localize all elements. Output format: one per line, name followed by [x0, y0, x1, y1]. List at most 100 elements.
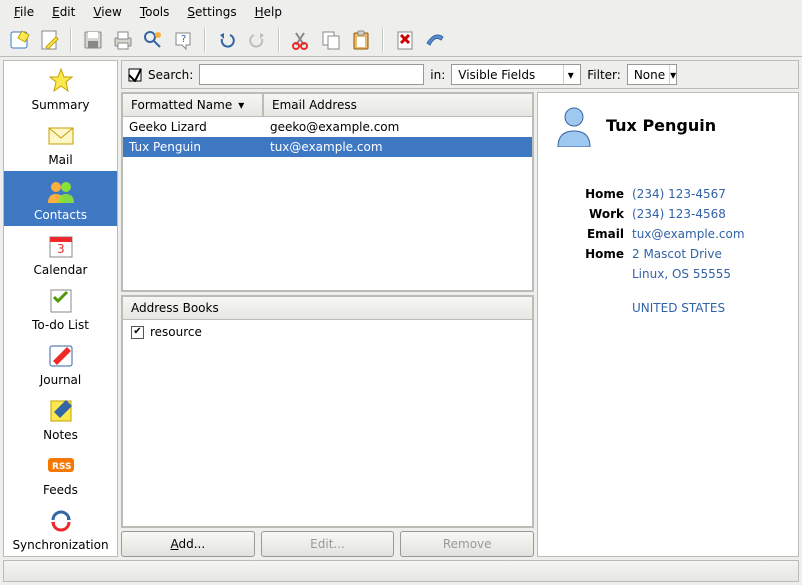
search-input[interactable] — [199, 64, 424, 85]
menu-file[interactable]: File — [6, 2, 42, 22]
phone-icon[interactable] — [422, 27, 448, 53]
edit-icon[interactable] — [36, 27, 62, 53]
table-header: Formatted Name ▾ Email Address — [122, 93, 533, 117]
sidebar-item-calendar[interactable]: 3 Calendar — [4, 226, 117, 281]
svg-text:?: ? — [181, 34, 186, 45]
sort-down-icon: ▾ — [238, 98, 244, 112]
feeds-icon: RSS — [43, 451, 79, 481]
button-row: Add... Edit... Remove — [121, 531, 534, 557]
avatar-icon — [552, 103, 596, 147]
info-value[interactable]: (234) 123-4568 — [632, 207, 784, 221]
calendar-icon: 3 — [43, 231, 79, 261]
info-value[interactable]: (234) 123-4567 — [632, 187, 784, 201]
col-formatted-name[interactable]: Formatted Name ▾ — [122, 93, 263, 117]
menubar: File Edit View Tools Settings Help — [0, 0, 802, 24]
menu-help[interactable]: Help — [247, 2, 290, 22]
table-row[interactable]: Geeko Lizard geeko@example.com — [123, 117, 532, 137]
sidebar-item-journal[interactable]: Journal — [4, 336, 117, 391]
info-value[interactable]: tux@example.com — [632, 227, 784, 241]
table-body[interactable]: Geeko Lizard geeko@example.com Tux Pengu… — [122, 117, 533, 291]
summary-icon — [43, 66, 79, 96]
save-icon[interactable] — [80, 27, 106, 53]
whatsthis-icon[interactable]: ? — [170, 27, 196, 53]
print-icon[interactable] — [110, 27, 136, 53]
table-row[interactable]: Tux Penguin tux@example.com — [123, 137, 532, 157]
sidebar-item-notes[interactable]: Notes — [4, 391, 117, 446]
mail-icon — [43, 121, 79, 151]
search-in-dropdown[interactable]: Visible Fields ▾ — [451, 64, 581, 85]
toolbar: ? — [0, 24, 802, 57]
sidebar-label: Mail — [48, 153, 72, 167]
info-label: Home — [552, 247, 624, 261]
address-books-header: Address Books — [122, 296, 533, 320]
sidebar-label: Synchronization — [12, 538, 108, 552]
search-mode-icon[interactable] — [128, 68, 142, 82]
search-label: Search: — [148, 68, 193, 82]
cut-icon[interactable] — [288, 27, 314, 53]
contacts-table: Formatted Name ▾ Email Address Geeko Liz… — [121, 92, 534, 292]
info-row-addr2: Linux, OS 55555 — [552, 267, 784, 281]
cell-name: Tux Penguin — [123, 140, 264, 154]
sidebar-label: Summary — [32, 98, 90, 112]
sidebar-item-todo[interactable]: To-do List — [4, 281, 117, 336]
remove-button[interactable]: Remove — [400, 531, 534, 557]
new-icon[interactable] — [6, 27, 32, 53]
info-label: Email — [552, 227, 624, 241]
separator — [70, 28, 72, 52]
paste-icon[interactable] — [348, 27, 374, 53]
delete-icon[interactable] — [392, 27, 418, 53]
copy-icon[interactable] — [318, 27, 344, 53]
info-row-email: Email tux@example.com — [552, 227, 784, 241]
menu-edit[interactable]: Edit — [44, 2, 83, 22]
filter-value: None — [634, 68, 665, 82]
sidebar-label: Notes — [43, 428, 78, 442]
sidebar-label: Calendar — [34, 263, 88, 277]
info-value: UNITED STATES — [632, 301, 784, 315]
cell-name: Geeko Lizard — [123, 120, 264, 134]
status-bar — [3, 560, 799, 582]
sidebar-item-feeds[interactable]: RSS Feeds — [4, 446, 117, 501]
info-row-work-phone: Work (234) 123-4568 — [552, 207, 784, 221]
contacts-icon — [43, 176, 79, 206]
search-bar: Search: in: Visible Fields ▾ Filter: Non… — [121, 60, 799, 89]
menu-view[interactable]: View — [85, 2, 129, 22]
cell-email: geeko@example.com — [264, 120, 532, 134]
filter-label: Filter: — [587, 68, 621, 82]
filter-dropdown[interactable]: None ▾ — [627, 64, 677, 85]
search-people-icon[interactable] — [140, 27, 166, 53]
undo-icon[interactable] — [214, 27, 240, 53]
sidebar-item-contacts[interactable]: Contacts — [4, 171, 117, 226]
info-value: 2 Mascot Drive — [632, 247, 784, 261]
separator — [382, 28, 384, 52]
separator — [204, 28, 206, 52]
address-books-panel: Address Books ✔ resource — [121, 295, 534, 528]
sidebar-label: Journal — [40, 373, 82, 387]
menu-settings[interactable]: Settings — [179, 2, 244, 22]
cell-email: tux@example.com — [264, 140, 532, 154]
contact-name: Tux Penguin — [606, 116, 716, 135]
info-row-home-phone: Home (234) 123-4567 — [552, 187, 784, 201]
todo-icon — [43, 286, 79, 316]
menu-tools[interactable]: Tools — [132, 2, 178, 22]
info-row-home-address: Home 2 Mascot Drive — [552, 247, 784, 261]
journal-icon — [43, 341, 79, 371]
sidebar-item-mail[interactable]: Mail — [4, 116, 117, 171]
col-email[interactable]: Email Address — [263, 93, 533, 117]
redo-icon[interactable] — [244, 27, 270, 53]
sidebar: Summary Mail Contacts 3 Calendar To-do L… — [3, 60, 118, 557]
contact-detail-pane: Tux Penguin Home (234) 123-4567 Work (23… — [537, 92, 799, 557]
sidebar-label: Contacts — [34, 208, 87, 222]
sidebar-label: To-do List — [32, 318, 89, 332]
chevron-down-icon: ▾ — [563, 65, 577, 84]
info-label: Home — [552, 187, 624, 201]
sidebar-item-sync[interactable]: Synchronization — [4, 501, 117, 556]
search-in-value: Visible Fields — [458, 68, 559, 82]
separator — [278, 28, 280, 52]
edit-button[interactable]: Edit... — [261, 531, 395, 557]
address-books-body: ✔ resource — [122, 320, 533, 527]
add-button[interactable]: Add... — [121, 531, 255, 557]
notes-icon — [43, 396, 79, 426]
sidebar-item-summary[interactable]: Summary — [4, 61, 117, 116]
address-book-item[interactable]: ✔ resource — [131, 325, 524, 339]
checkbox-icon[interactable]: ✔ — [131, 326, 144, 339]
